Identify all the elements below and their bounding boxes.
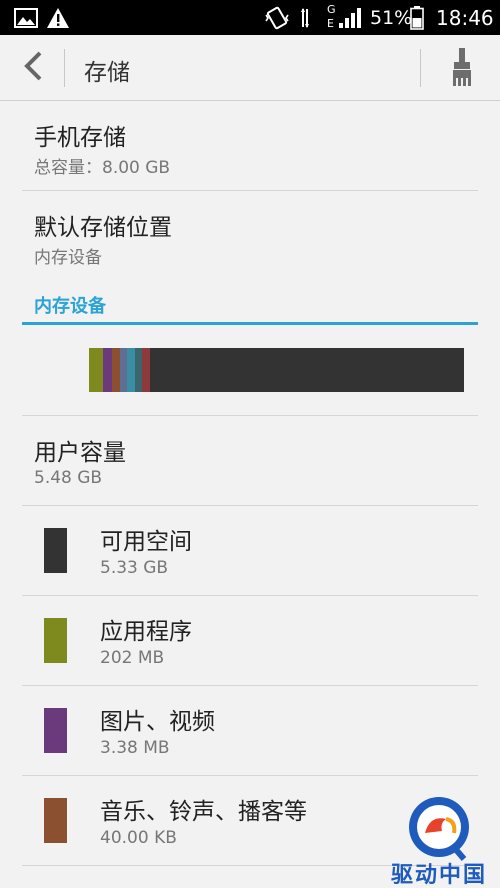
storage-usage-bar xyxy=(89,348,464,392)
page-title: 存储 xyxy=(84,60,130,86)
category-row-free-space[interactable]: 可用空间 5.33 GB xyxy=(22,506,478,596)
logo-mark-icon xyxy=(409,797,469,861)
watermark-logo: 驱动中国 xyxy=(380,793,498,888)
section-header-internal-storage: 内存设备 xyxy=(22,283,478,325)
usage-segment xyxy=(111,348,120,392)
category-size: 3.38 MB xyxy=(100,738,170,758)
clean-button[interactable] xyxy=(444,47,480,91)
category-title: 图片、视频 xyxy=(100,709,215,735)
usage-segment xyxy=(134,348,142,392)
default-storage-location-row[interactable]: 默认存储位置 内存设备 xyxy=(22,191,478,283)
category-row-apps[interactable]: 应用程序 202 MB xyxy=(22,596,478,686)
usage-segment xyxy=(141,348,150,392)
default-location-value: 内存设备 xyxy=(34,248,102,268)
signal-icon xyxy=(338,0,362,35)
category-size: 5.33 GB xyxy=(100,558,169,578)
category-title: 应用程序 xyxy=(100,619,192,645)
back-button[interactable] xyxy=(16,49,50,87)
brush-icon xyxy=(449,47,475,91)
battery-percent: 51% xyxy=(370,6,413,29)
action-bar: 存储 xyxy=(0,35,500,101)
user-capacity-row: 用户容量 5.48 GB xyxy=(22,416,478,506)
battery-icon xyxy=(410,0,424,35)
user-capacity-title: 用户容量 xyxy=(34,440,126,466)
category-size: 202 MB xyxy=(100,648,165,668)
color-swatch xyxy=(44,708,67,753)
category-title: 音乐、铃声、播客等 xyxy=(100,799,307,825)
total-capacity-text: 总容量：8.00 GB xyxy=(34,158,171,178)
chevron-left-icon xyxy=(22,50,44,86)
divider xyxy=(420,49,421,87)
watermark-text: 驱动中国 xyxy=(390,863,487,888)
color-swatch xyxy=(44,798,67,843)
warning-icon xyxy=(46,0,70,35)
usage-segment xyxy=(102,348,112,392)
usage-segment xyxy=(119,348,127,392)
phone-storage-row[interactable]: 手机存储 总容量：8.00 GB xyxy=(22,101,478,191)
category-row-pictures-videos[interactable]: 图片、视频 3.38 MB xyxy=(22,686,478,776)
clock: 18:46 xyxy=(436,5,494,30)
user-capacity-value: 5.48 GB xyxy=(34,468,103,488)
color-swatch xyxy=(44,618,67,663)
section-header-label: 内存设备 xyxy=(34,296,106,317)
status-bar: G E 51% 18:46 xyxy=(0,0,500,35)
default-location-title: 默认存储位置 xyxy=(34,215,172,241)
color-swatch xyxy=(44,528,67,573)
category-title: 可用空间 xyxy=(100,529,192,555)
data-arrows-icon xyxy=(300,0,310,35)
vibrate-icon xyxy=(264,0,290,35)
usage-segment xyxy=(126,348,135,392)
divider xyxy=(64,49,65,87)
category-size: 40.00 KB xyxy=(100,828,177,848)
gallery-icon xyxy=(14,0,38,35)
phone-storage-title: 手机存储 xyxy=(34,125,126,151)
usage-segment xyxy=(89,348,103,392)
